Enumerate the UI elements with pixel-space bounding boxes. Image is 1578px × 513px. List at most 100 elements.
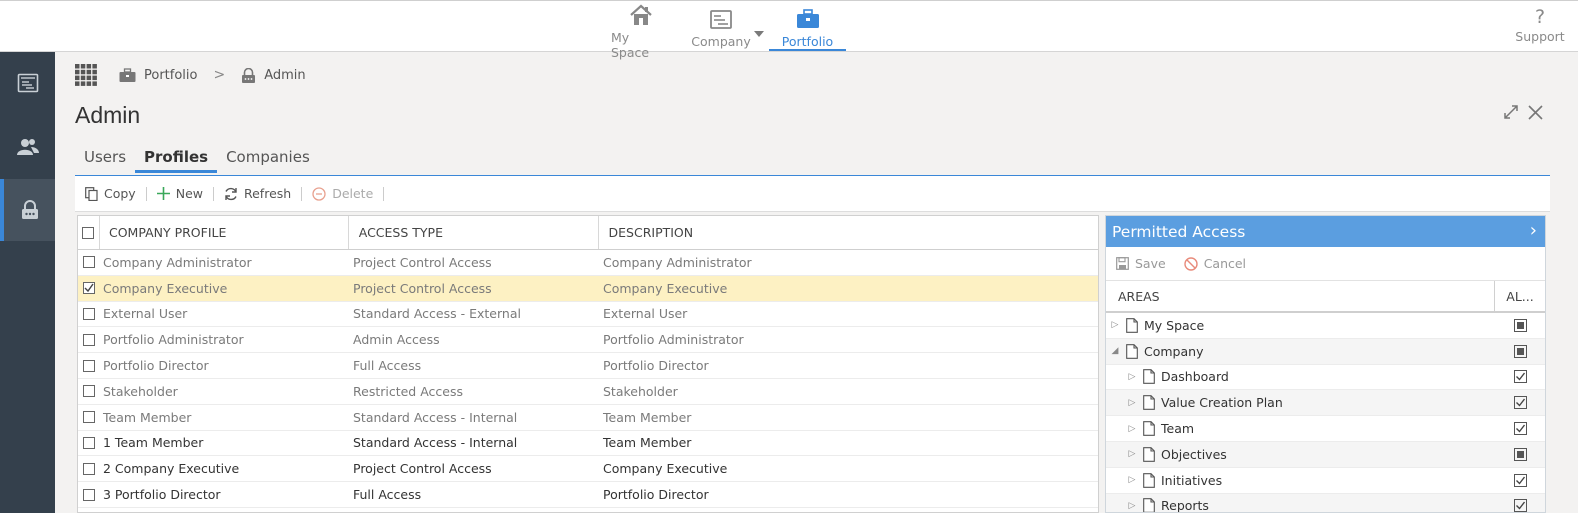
expand-icon[interactable]: ▷ — [1127, 398, 1137, 408]
row-checkbox[interactable] — [83, 462, 95, 475]
nav-portfolio-label: Portfolio — [781, 34, 834, 49]
column-header-allowed[interactable]: AL... — [1495, 281, 1545, 311]
tree-row[interactable]: ▷ Team — [1106, 416, 1545, 442]
document-icon — [1143, 472, 1155, 488]
allowed-checkbox[interactable] — [1513, 318, 1527, 332]
table-row[interactable]: 3 Portfolio Director Full Access Portfolio… — [78, 482, 1098, 508]
cell-company-profile: 2 Company Executive — [103, 461, 240, 477]
table-row[interactable]: 2 Company Executive Project Control Acces… — [78, 456, 1098, 483]
close-icon[interactable] — [1528, 104, 1543, 125]
tree-node-label: Team — [1161, 421, 1195, 437]
tree-row[interactable]: ▷ Initiatives — [1106, 468, 1545, 494]
check-icon — [1515, 373, 1525, 382]
plus-icon — [156, 187, 170, 200]
toolbar-divider — [145, 186, 147, 201]
table-row[interactable]: Team Member Standard Access - Internal Tea… — [78, 405, 1098, 431]
breadcrumb-item-portfolio[interactable]: Portfolio — [119, 68, 197, 83]
cancel-button[interactable]: Cancel — [1183, 256, 1246, 271]
page-title: Admin — [75, 102, 141, 128]
sidebar-item-admin[interactable] — [0, 179, 55, 241]
column-header-areas[interactable]: AREAS — [1106, 281, 1495, 311]
breadcrumb-item-admin[interactable]: Admin — [241, 67, 306, 83]
allowed-checkbox[interactable] — [1513, 344, 1527, 358]
tree-row[interactable]: ▷ My Space — [1106, 313, 1545, 339]
row-checkbox[interactable] — [83, 307, 95, 320]
allowed-checkbox[interactable] — [1513, 396, 1527, 410]
sidebar-item-documents[interactable] — [0, 52, 55, 114]
row-checkbox-cell — [78, 488, 100, 501]
tree-node: ▷ Objectives — [1106, 447, 1495, 462]
document-list-icon — [17, 73, 38, 93]
refresh-button[interactable]: Refresh — [224, 186, 291, 201]
nav-portfolio[interactable]: Portfolio — [769, 4, 846, 51]
breadcrumb: Portfolio > Admin — [75, 64, 306, 86]
tree-node-label: Initiatives — [1161, 472, 1223, 488]
select-all-checkbox[interactable] — [82, 226, 95, 239]
expand-icon[interactable]: ▷ — [1127, 424, 1137, 434]
check-icon — [1515, 502, 1525, 511]
row-checkbox[interactable] — [83, 282, 95, 295]
tab-profiles[interactable]: Profiles — [135, 148, 218, 173]
row-checkbox[interactable] — [83, 385, 95, 398]
chevron-right-icon[interactable]: › — [1530, 220, 1537, 241]
column-header-access-type[interactable]: ACCESS TYPE — [349, 216, 599, 249]
app-grid-icon[interactable] — [75, 64, 97, 86]
tree-node: ▷ Value Creation Plan — [1106, 395, 1495, 410]
table-row[interactable]: 1 Team Member Standard Access - Internal T… — [78, 431, 1098, 457]
cancel-icon — [1183, 256, 1198, 271]
tree-row[interactable]: ▷ Objectives — [1106, 441, 1545, 468]
collapse-icon[interactable]: ◢ — [1110, 346, 1120, 356]
allowed-checkbox[interactable] — [1513, 422, 1527, 436]
home-icon — [629, 4, 653, 26]
cell-company-profile: External User — [103, 306, 188, 322]
support-button[interactable]: ? Support — [1510, 5, 1570, 44]
copy-button[interactable]: Copy — [85, 186, 136, 201]
sidebar-item-users[interactable] — [0, 116, 55, 178]
row-checkbox[interactable] — [83, 411, 95, 424]
table-row[interactable]: Stakeholder Restricted Access Stakeholder — [78, 379, 1098, 405]
new-button[interactable]: New — [156, 186, 203, 201]
row-checkbox[interactable] — [83, 436, 95, 449]
tree-row[interactable]: ▷ Value Creation Plan — [1106, 390, 1545, 417]
delete-button[interactable]: Delete — [312, 186, 373, 201]
document-icon — [1143, 421, 1155, 436]
table-row[interactable]: Portfolio Administrator Admin Access Portf… — [78, 327, 1098, 354]
expand-icon[interactable]: ▷ — [1127, 475, 1137, 485]
column-header-description[interactable]: DESCRIPTION — [599, 216, 1098, 249]
cell-company-profile: Team Member — [103, 409, 192, 425]
cell-company-profile: 1 Team Member — [103, 435, 204, 451]
nav-company[interactable]: Company — [688, 4, 754, 51]
profiles-grid: COMPANY PROFILE ACCESS TYPE DESCRIPTION … — [77, 215, 1099, 513]
save-button[interactable]: Save — [1116, 256, 1166, 271]
table-row[interactable]: Portfolio Director Full Access Portfolio D… — [78, 353, 1098, 379]
allowed-checkbox[interactable] — [1513, 499, 1527, 512]
company-dropdown-icon[interactable] — [754, 31, 764, 37]
expand-icon[interactable]: ▷ — [1127, 501, 1137, 511]
tab-users[interactable]: Users — [75, 148, 135, 173]
table-row[interactable]: Company Administrator Project Control Acc… — [78, 250, 1098, 276]
tab-companies[interactable]: Companies — [217, 148, 319, 173]
top-navigation-bar: My Space Company Portfolio ? Support — [0, 0, 1578, 60]
toolbar: Copy New Refresh Delete — [75, 176, 1550, 212]
allowed-checkbox[interactable] — [1513, 473, 1527, 487]
tree-row[interactable]: ▷ Reports — [1106, 493, 1545, 512]
expand-icon[interactable]: ▷ — [1127, 372, 1137, 382]
document-icon — [1143, 447, 1155, 462]
refresh-icon — [225, 187, 237, 200]
expand-icon[interactable] — [1503, 104, 1519, 125]
tree-row[interactable]: ◢ Company — [1106, 338, 1545, 365]
row-checkbox[interactable] — [83, 488, 95, 501]
column-header-company-profile[interactable]: COMPANY PROFILE — [100, 216, 349, 249]
row-checkbox[interactable] — [83, 359, 95, 372]
table-row[interactable]: External User Standard Access - External E… — [78, 302, 1098, 328]
row-checkbox[interactable] — [83, 256, 95, 269]
tree-node: ▷ Dashboard — [1106, 369, 1495, 384]
nav-my-space[interactable]: My Space — [611, 4, 671, 60]
table-row[interactable]: Company Executive Project Control Access C… — [78, 275, 1098, 302]
allowed-checkbox[interactable] — [1513, 370, 1527, 384]
tree-row[interactable]: ▷ Dashboard — [1106, 365, 1545, 391]
expand-icon[interactable]: ▷ — [1110, 320, 1120, 330]
row-checkbox[interactable] — [83, 333, 95, 346]
allowed-checkbox[interactable] — [1513, 447, 1527, 461]
expand-icon[interactable]: ▷ — [1127, 449, 1137, 459]
